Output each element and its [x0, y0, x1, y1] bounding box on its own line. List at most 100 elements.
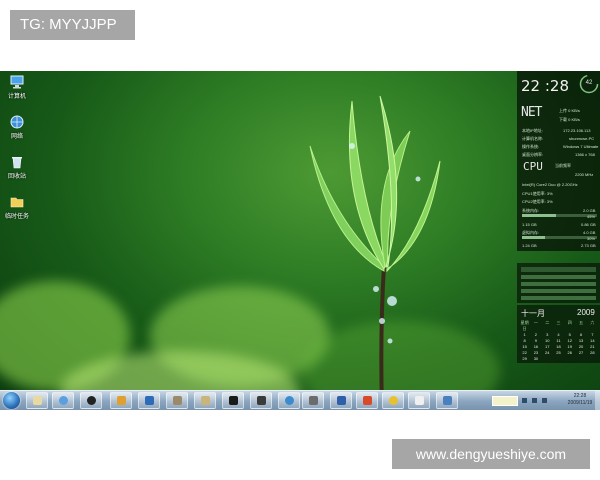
system-tray: 22:28 2009/11/19: [490, 391, 600, 410]
cpu-model: Intel(R) Core2 Duo @ 2.20GHz: [522, 182, 578, 187]
clock-seconds: 42: [585, 80, 593, 86]
tray-clock[interactable]: 22:28 2009/11/19: [562, 393, 598, 407]
desktop-icon-label: 回收站: [7, 174, 26, 180]
net-label: 桌面分辨率:: [522, 152, 544, 157]
browser-icon: [59, 396, 68, 405]
net-value: 172.23.106.113: [563, 128, 591, 133]
calendar-day[interactable]: 28: [587, 350, 598, 356]
cpu-core1: CPU1使用率: 3%: [522, 191, 553, 196]
vmem-bar: [522, 236, 597, 239]
tray-icon[interactable]: [532, 398, 537, 403]
taskbar-button[interactable]: [436, 392, 458, 409]
input-method-bar[interactable]: [492, 396, 518, 406]
watermark-bottom: www.dengyueshiye.com: [392, 439, 590, 469]
volume-icon[interactable]: [542, 398, 547, 403]
clock-time: 22 :28: [521, 77, 569, 95]
notepad-icon: [415, 396, 424, 405]
computer-icon: [10, 75, 24, 89]
desktop-wallpaper: 计算机 网络 回收站 临时任务: [0, 71, 600, 409]
table-row: [521, 296, 596, 300]
calendar-day[interactable]: 27: [575, 350, 586, 356]
taskbar-button[interactable]: [356, 392, 378, 409]
taskbar-button[interactable]: [278, 392, 300, 409]
app-icon: [309, 396, 318, 405]
taskbar: 22:28 2009/11/19: [0, 390, 600, 410]
taskbar-button[interactable]: [250, 392, 272, 409]
mem-bar-fill: [522, 214, 556, 217]
calendar-day[interactable]: 30: [530, 356, 541, 362]
desktop-icon-label: 临时任务: [4, 214, 29, 220]
folder-icon: [33, 396, 42, 405]
taskbar-button[interactable]: [138, 392, 160, 409]
app-icon: [257, 396, 266, 405]
taskbar-button[interactable]: [330, 392, 352, 409]
cpu-logo: CPU: [523, 160, 543, 173]
taskbar-button[interactable]: [222, 392, 244, 409]
taskbar-button[interactable]: [408, 392, 430, 409]
net-value: 1366 x 768: [575, 152, 595, 157]
net-value: shunmcse-PC: [569, 136, 595, 141]
desktop-icon-computer[interactable]: 计算机: [0, 75, 34, 100]
desktop-icon-label: 网络: [10, 134, 23, 140]
app-icon: [285, 396, 294, 405]
calendar-gadget[interactable]: 十一月 2009 星期日一二三四五六 1 2 3 4 5 6 7 8 9 10 11 12 13 14 15 1…: [517, 305, 600, 363]
net-logo: NET: [521, 105, 543, 120]
taskbar-button[interactable]: [26, 392, 48, 409]
start-button[interactable]: [3, 392, 20, 409]
taskbar-button[interactable]: [52, 392, 74, 409]
calendar-grid: 星期日一二三四五六 1 2 3 4 5 6 7 8 9 10 11 12 13 14 15 16 17 18 19 20…: [519, 320, 598, 362]
network-icon: [10, 115, 24, 129]
mem-percent: 45%: [587, 214, 596, 219]
taskbar-button[interactable]: [302, 392, 324, 409]
sprout-image: [309, 95, 441, 409]
vmem-bar-fill: [522, 236, 545, 239]
vmem-free: 2.73 GB: [581, 243, 596, 248]
desktop-icon-recycle-bin[interactable]: 回收站: [0, 155, 34, 180]
net-upload: 上传 0 KB/s: [559, 108, 580, 113]
show-desktop-button[interactable]: [595, 391, 600, 410]
mem-free: 0.86 GB: [581, 222, 596, 227]
calendar-weekday: 星期日: [520, 320, 529, 331]
stats-gadget[interactable]: [517, 263, 600, 303]
seconds-ring: 42: [579, 74, 599, 94]
desktop-icon-folder[interactable]: 临时任务: [0, 195, 34, 220]
taskbar-button[interactable]: [194, 392, 216, 409]
net-download: 下载 0 KB/s: [559, 117, 580, 122]
taskbar-button[interactable]: [166, 392, 188, 409]
app-icon: [145, 396, 154, 405]
calendar-day[interactable]: 25: [553, 350, 564, 356]
tray-date: 2009/11/19: [567, 400, 593, 406]
desktop-icon-network[interactable]: 网络: [0, 115, 34, 140]
app-icon: [389, 396, 398, 405]
vmem-used: 1.24 GB: [522, 243, 537, 248]
calendar-weekday: 六: [590, 320, 595, 325]
table-row: [521, 289, 596, 293]
app-icon: [201, 396, 210, 405]
calendar-weekday: 四: [567, 320, 572, 325]
cpu-core2: CPU2使用率: 3%: [522, 199, 553, 204]
app-icon: [117, 396, 126, 405]
calendar-weekday: 五: [579, 320, 584, 325]
calendar-day[interactable]: 29: [519, 356, 530, 362]
taskbar-button[interactable]: [80, 392, 102, 409]
app-icon: [173, 396, 182, 405]
taskbar-button[interactable]: [382, 392, 404, 409]
app-icon: [363, 396, 372, 405]
calendar-weekday: 二: [545, 320, 550, 325]
calendar-weekday: 一: [533, 320, 538, 325]
vmem-percent: 30%: [587, 236, 596, 241]
mem-total: 2.0 GB: [583, 208, 596, 213]
photoshop-icon: [337, 396, 346, 405]
table-row: [521, 275, 596, 279]
net-label: 计算机名称:: [522, 136, 544, 141]
recycle-bin-icon: [12, 157, 22, 169]
app-icon: [229, 396, 238, 405]
vmem-total: 4.0 GB: [583, 230, 596, 235]
table-row: [521, 282, 596, 286]
calendar-day[interactable]: 24: [542, 350, 553, 356]
system-monitor-gadget[interactable]: 22 :28 42 NET 上传 0 KB/s 下载 0 KB/s 本地IP地址…: [517, 71, 600, 251]
taskbar-button[interactable]: [110, 392, 132, 409]
cpu-freq-label: 当前频率: [555, 163, 571, 168]
tray-icon[interactable]: [522, 398, 527, 403]
calendar-day[interactable]: 26: [564, 350, 575, 356]
